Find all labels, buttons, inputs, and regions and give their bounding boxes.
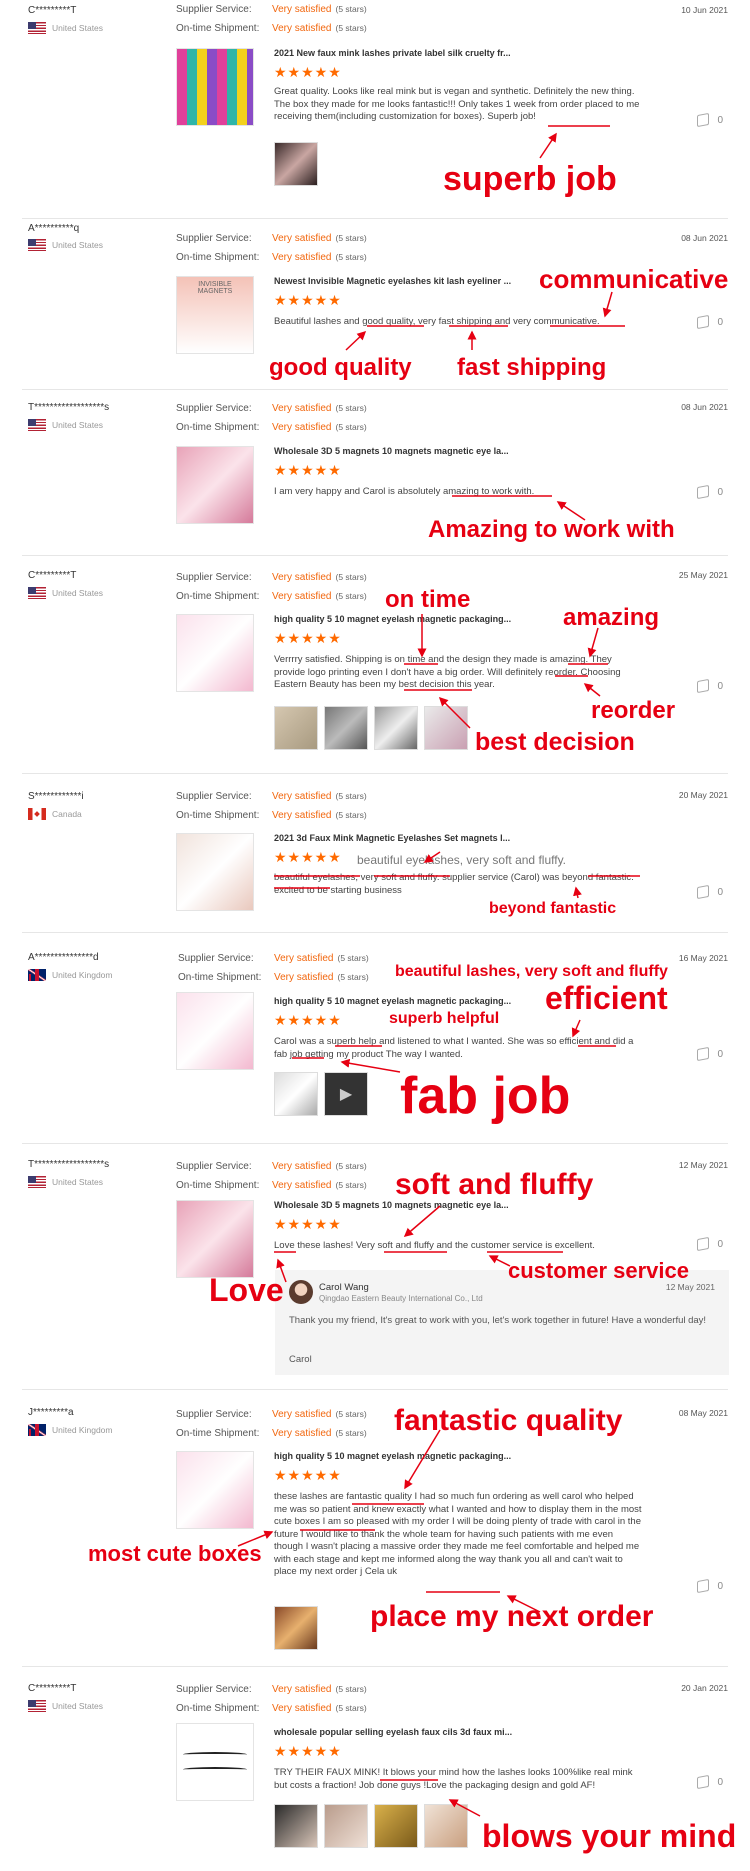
annotation-arrows: [237, 125, 640, 1817]
